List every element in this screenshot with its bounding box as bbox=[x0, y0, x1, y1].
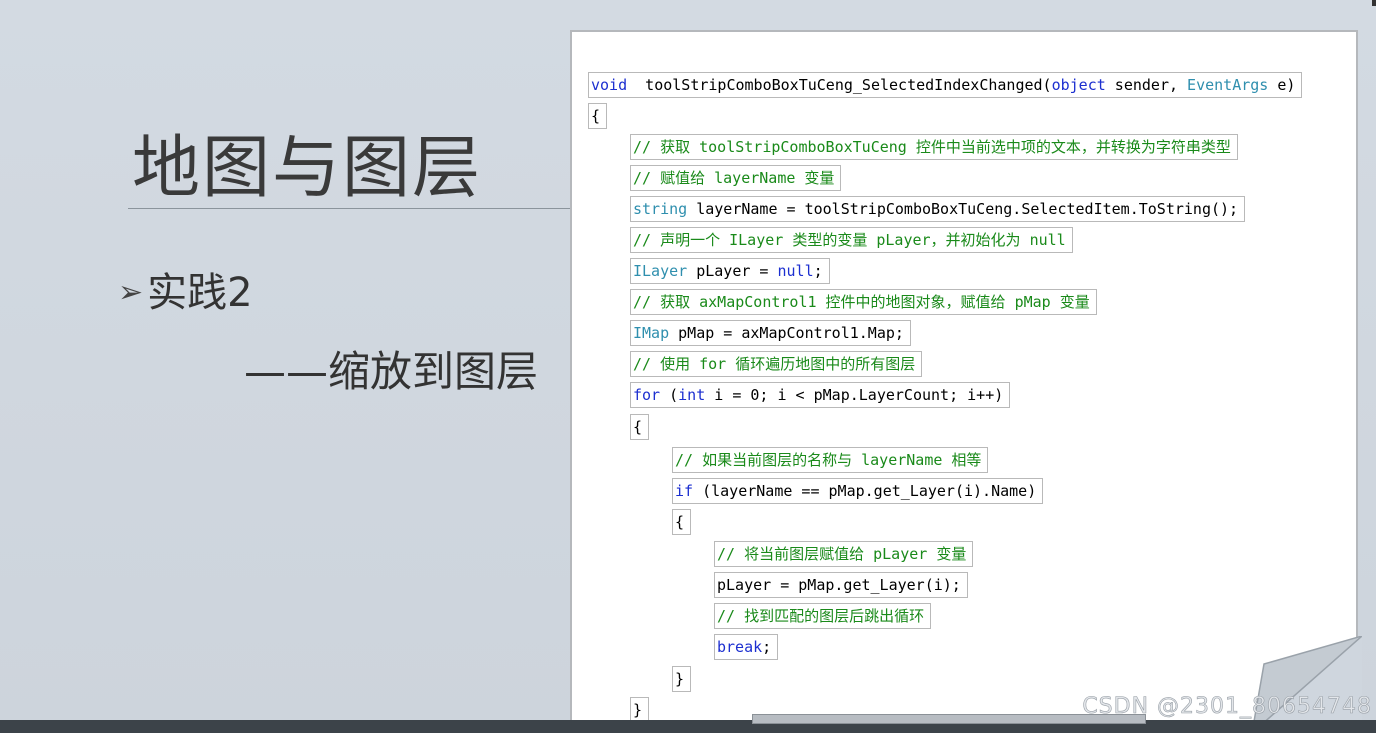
code-keyword: for bbox=[633, 386, 661, 404]
code-text: (layerName == pMap.get_Layer(i).Name) bbox=[693, 482, 1037, 500]
code-keyword: int bbox=[678, 386, 706, 404]
code-line: } bbox=[672, 666, 692, 692]
code-keyword: ILayer bbox=[633, 262, 688, 280]
code-line: { bbox=[630, 414, 650, 440]
code-line: // 使用 for 循环遍历地图中的所有图层 bbox=[630, 351, 923, 377]
code-text: pLayer = pMap.get_Layer(i); bbox=[717, 576, 961, 594]
code-keyword: EventArgs bbox=[1187, 76, 1269, 94]
bullet-text: 实践2 bbox=[147, 270, 253, 316]
code-comment: // 将当前图层赋值给 pLayer 变量 bbox=[717, 545, 967, 563]
code-line: // 获取 toolStripComboBoxTuCeng 控件中当前选中项的文… bbox=[630, 134, 1238, 160]
code-comment: // 找到匹配的图层后跳出循环 bbox=[717, 607, 925, 625]
code-comment: // 赋值给 layerName 变量 bbox=[633, 169, 835, 187]
code-text: ; bbox=[762, 638, 772, 656]
watermark: CSDN @2301_80654748 bbox=[1082, 694, 1372, 720]
bullet-item: ➢ 实践2 bbox=[118, 260, 253, 318]
code-keyword: string bbox=[633, 200, 688, 218]
code-text: i = 0; i < pMap.LayerCount; i++) bbox=[705, 386, 1004, 404]
code-line: // 获取 axMapControl1 控件中的地图对象，赋值给 pMap 变量 bbox=[630, 289, 1097, 315]
code-keyword: void bbox=[591, 76, 628, 94]
code-line: // 找到匹配的图层后跳出循环 bbox=[714, 603, 932, 629]
slide-title: 地图与图层 bbox=[132, 129, 483, 208]
bullet-arrow-icon: ➢ bbox=[118, 275, 144, 310]
code-keyword: if bbox=[675, 482, 694, 500]
code-line: for (int i = 0; i < pMap.LayerCount; i++… bbox=[630, 382, 1011, 408]
code-keyword: object bbox=[1051, 76, 1106, 94]
code-line: break; bbox=[714, 634, 779, 660]
code-line: // 声明一个 ILayer 类型的变量 pLayer，并初始化为 null bbox=[630, 227, 1073, 253]
code-text: pLayer = bbox=[687, 262, 778, 280]
code-text: } bbox=[633, 701, 643, 719]
code-text: { bbox=[591, 107, 601, 125]
title-divider bbox=[128, 208, 573, 209]
code-comment: // 使用 for 循环遍历地图中的所有图层 bbox=[633, 355, 916, 373]
code-line: string layerName = toolStripComboBoxTuCe… bbox=[630, 196, 1246, 222]
code-comment: // 声明一个 ILayer 类型的变量 pLayer，并初始化为 null bbox=[633, 231, 1066, 249]
code-line: // 如果当前图层的名称与 layerName 相等 bbox=[672, 447, 989, 473]
code-line: IMap pMap = axMapControl1.Map; bbox=[630, 320, 911, 346]
code-text: layerName = toolStripComboBoxTuCeng.Sele… bbox=[687, 200, 1239, 218]
code-text: { bbox=[675, 513, 685, 531]
code-keyword: break bbox=[717, 638, 763, 656]
taskbar bbox=[0, 720, 1376, 733]
code-line: void toolStripComboBoxTuCeng_SelectedInd… bbox=[588, 72, 1303, 98]
code-text: ( bbox=[660, 386, 679, 404]
code-line: { bbox=[588, 103, 608, 129]
code-keyword: IMap bbox=[633, 324, 670, 342]
code-comment: // 获取 axMapControl1 控件中的地图对象，赋值给 pMap 变量 bbox=[633, 293, 1090, 311]
code-text: { bbox=[633, 418, 643, 436]
slide-subtitle: ——缩放到图层 bbox=[244, 347, 539, 396]
window-corner bbox=[1372, 0, 1376, 6]
code-text: sender, bbox=[1105, 76, 1188, 94]
code-text: } bbox=[675, 670, 685, 688]
code-line: pLayer = pMap.get_Layer(i); bbox=[714, 572, 968, 598]
code-text: e) bbox=[1268, 76, 1296, 94]
code-text: toolStripComboBoxTuCeng_SelectedIndexCha… bbox=[627, 76, 1052, 94]
code-line: if (layerName == pMap.get_Layer(i).Name) bbox=[672, 478, 1044, 504]
code-line: // 赋值给 layerName 变量 bbox=[630, 165, 842, 191]
code-line: ILayer pLayer = null; bbox=[630, 258, 830, 284]
code-line: { bbox=[672, 509, 692, 535]
code-text: ; bbox=[813, 262, 823, 280]
code-keyword: null bbox=[777, 262, 814, 280]
code-comment: // 如果当前图层的名称与 layerName 相等 bbox=[675, 451, 982, 469]
code-text: pMap = axMapControl1.Map; bbox=[669, 324, 904, 342]
code-comment: // 获取 toolStripComboBoxTuCeng 控件中当前选中项的文… bbox=[633, 138, 1231, 156]
code-line: // 将当前图层赋值给 pLayer 变量 bbox=[714, 541, 974, 567]
